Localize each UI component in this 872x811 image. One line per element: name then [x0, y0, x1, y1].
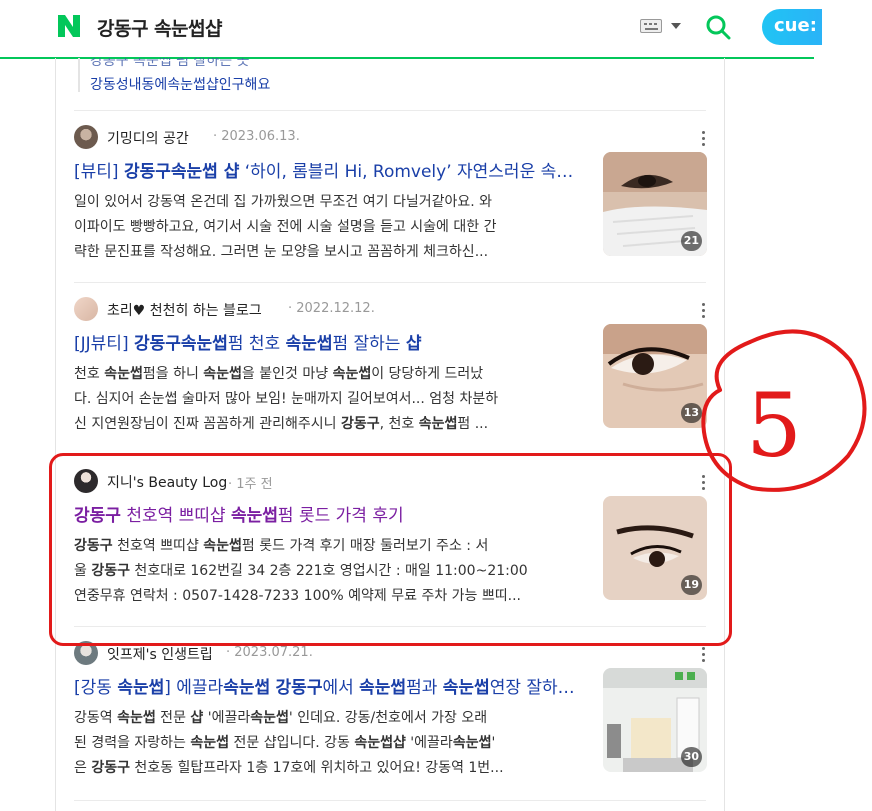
highlight-annotation-box: [49, 453, 732, 646]
result-title-link[interactable]: [뷰티] 강동구속눈썹 샵 ‘하이, 롬블리 Hi, Romvely’ 자연스러…: [74, 157, 586, 182]
result-thumbnail[interactable]: 21: [603, 152, 707, 256]
annotation-number-circle: 5: [701, 329, 867, 492]
result-snippet: 일이 있어서 강동역 온건데 집 가까웠으면 무조건 여기 다닐거같아요. 와 …: [74, 194, 497, 260]
blog-result-item: 잇프제's 인생트립 · 2023.07.21. [강동 속눈썹] 에끌라속눈썹…: [74, 641, 710, 791]
result-snippet: 강동역 속눈썹 전문 샵 '에끌라속눈썹' 인데요. 강동/천호에서 가장 오래…: [74, 710, 504, 776]
more-options-icon[interactable]: [700, 645, 706, 663]
photo-count-badge: 30: [680, 747, 702, 767]
blog-result-item: 기밍디의 공간 · 2023.06.13. [뷰티] 강동구속눈썹 샵 ‘하이,…: [74, 125, 710, 275]
content-border-left: [55, 58, 56, 811]
blog-avatar[interactable]: [74, 297, 98, 321]
cue-label: cue:: [774, 15, 817, 36]
section-divider: [74, 282, 706, 283]
post-date: · 2022.12.12.: [288, 301, 375, 316]
keyboard-icon[interactable]: [640, 19, 662, 33]
result-thumbnail[interactable]: 30: [603, 668, 707, 772]
search-icon[interactable]: [705, 14, 731, 40]
section-divider: [74, 800, 706, 801]
photo-count-badge: 21: [680, 231, 702, 251]
more-options-icon[interactable]: [700, 129, 706, 147]
chevron-down-icon[interactable]: [671, 23, 681, 29]
blog-name[interactable]: 잇프제's 인생트립: [107, 644, 213, 664]
search-header: 강동구 속눈썹샵 cue:: [0, 0, 872, 58]
result-title-link[interactable]: [JJ뷰티] 강동구속눈썹펌 천호 속눈썹펌 잘하는 샵: [74, 329, 586, 354]
blog-name[interactable]: 기밍디의 공간: [107, 128, 189, 148]
result-snippet: 천호 속눈썹펌을 하니 속눈썹을 붙인것 마냥 속눈썹이 당당하게 드러났 다.…: [74, 366, 499, 432]
search-query-text[interactable]: 강동구 속눈썹샵: [97, 14, 222, 41]
cue-button[interactable]: cue:: [762, 9, 822, 45]
blog-name[interactable]: 초리♥ 천천히 하는 블로그: [107, 300, 262, 320]
blog-result-item: 초리♥ 천천히 하는 블로그 · 2022.12.12. [JJ뷰티] 강동구속…: [74, 297, 710, 447]
related-search-bar: [78, 58, 80, 92]
section-divider: [74, 110, 706, 111]
naver-logo-icon[interactable]: [57, 14, 81, 38]
related-search-link[interactable]: 강동성내동에속눈썹샵인구해요: [90, 74, 270, 94]
annotation-number: 5: [746, 374, 802, 477]
result-title-link[interactable]: [강동 속눈썹] 에끌라속눈썹 강동구에서 속눈썹펌과 속눈썹연장 잘하는 곳: [74, 673, 586, 698]
post-date: · 2023.07.21.: [226, 645, 313, 660]
more-options-icon[interactable]: [700, 301, 706, 319]
blog-avatar[interactable]: [74, 125, 98, 149]
post-date: · 2023.06.13.: [213, 129, 300, 144]
